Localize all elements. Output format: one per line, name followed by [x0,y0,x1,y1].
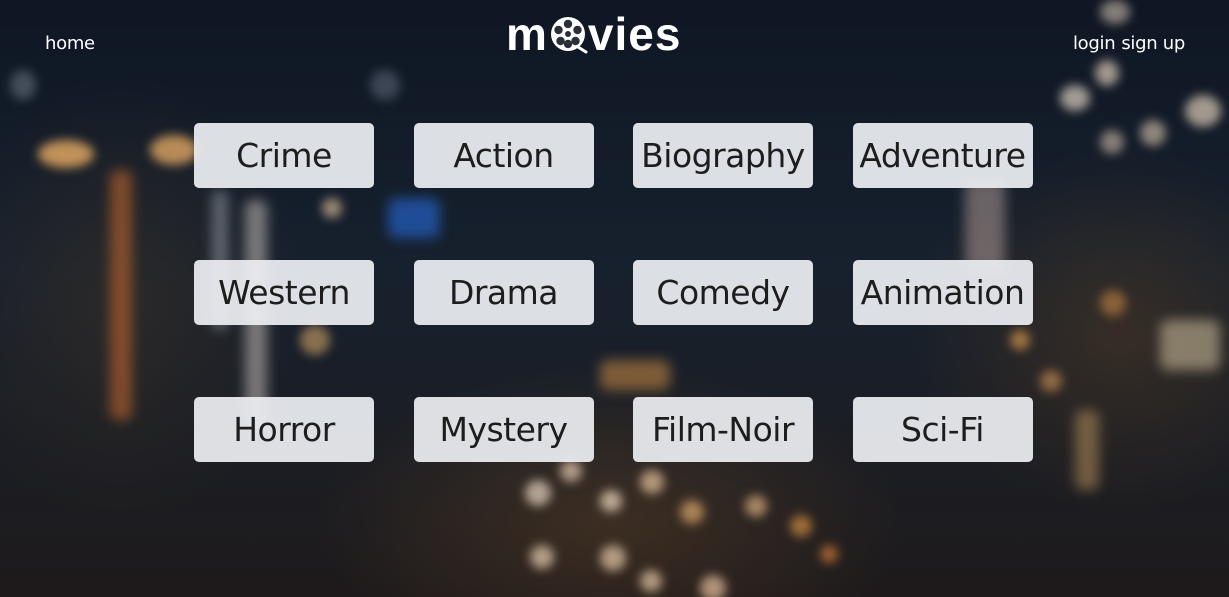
genre-grid: Crime Action Biography Adventure Western… [194,123,1033,462]
genre-button-adventure[interactable]: Adventure [852,123,1033,188]
genre-button-biography[interactable]: Biography [633,123,813,188]
auth-nav: login sign up [1073,33,1185,54]
genre-button-crime[interactable]: Crime [194,123,374,188]
genre-button-action[interactable]: Action [413,123,594,188]
site-logo[interactable]: m vies [506,6,681,62]
film-reel-icon [550,17,588,54]
genre-button-film-noir[interactable]: Film-Noir [633,397,813,462]
genre-button-comedy[interactable]: Comedy [633,260,813,325]
genre-button-sci-fi[interactable]: Sci-Fi [852,397,1033,462]
logo-text-right: vies [587,8,682,60]
genre-button-animation[interactable]: Animation [852,260,1033,325]
genre-button-mystery[interactable]: Mystery [413,397,594,462]
home-link[interactable]: home [45,33,95,54]
login-link[interactable]: login [1073,33,1116,54]
genre-button-horror[interactable]: Horror [194,397,374,462]
genre-button-western[interactable]: Western [194,260,374,325]
genre-button-drama[interactable]: Drama [413,260,594,325]
logo-text-left: m [506,8,548,60]
signup-link[interactable]: sign up [1121,33,1185,54]
